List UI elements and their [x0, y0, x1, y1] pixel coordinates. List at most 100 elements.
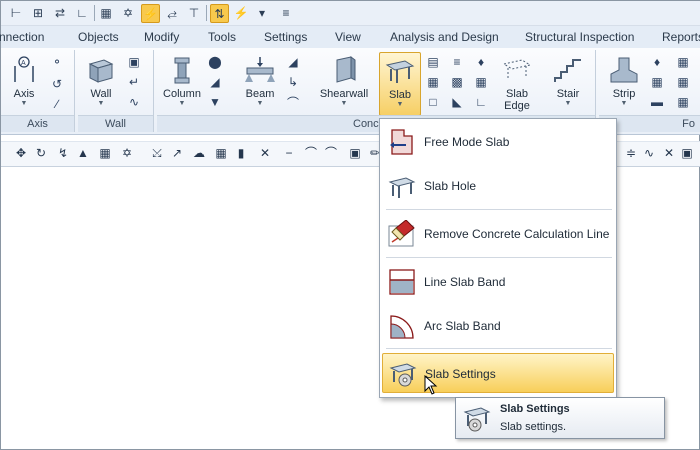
chart-snap-icon[interactable]: ▦: [213, 145, 229, 161]
snap-point-icon[interactable]: ↯: [55, 145, 71, 161]
snap-active-icon[interactable]: ⚡: [141, 4, 160, 23]
shearwall-button-label: Shearwall: [319, 88, 369, 100]
column-button[interactable]: Column ▼: [159, 52, 205, 114]
chevron-down-icon[interactable]: ▾: [253, 4, 271, 22]
grid-snap-icon[interactable]: ✡: [119, 145, 135, 161]
slanted-axis-icon[interactable]: ∕: [49, 96, 65, 112]
column-snap-icon[interactable]: ▦: [97, 145, 113, 161]
axis-button[interactable]: A Axis ▼: [1, 52, 47, 114]
menu-separator: [386, 257, 612, 258]
lock-icon[interactable]: ▣: [679, 145, 695, 161]
tab-modify[interactable]: Modify: [144, 30, 179, 44]
tab-tools[interactable]: Tools: [208, 30, 236, 44]
chevron-down-icon: ▼: [340, 100, 348, 107]
customize-qat-icon[interactable]: ≡: [277, 4, 295, 22]
stair-button-label: Stair: [556, 88, 580, 100]
ribbed-slab-icon[interactable]: ≡: [449, 54, 465, 70]
trim-icon[interactable]: ⥄: [163, 4, 181, 22]
slab-button[interactable]: Slab ▼: [379, 52, 421, 116]
chevron-down-icon: ▼: [20, 100, 28, 107]
circle-axis-icon[interactable]: ⚬: [49, 54, 65, 70]
tab-settings[interactable]: Settings: [264, 30, 307, 44]
grid-icon[interactable]: ⊞: [29, 4, 47, 22]
ortho-icon[interactable]: ⇅: [210, 4, 229, 23]
menu-item-remove-concrete-calculation-line[interactable]: Remove Concrete Calculation Line: [382, 214, 612, 254]
shearwall-button[interactable]: Shearwall ▼: [317, 52, 371, 114]
menu-item-label: Slab Hole: [424, 179, 477, 193]
stair-button[interactable]: Stair ▼: [545, 52, 591, 114]
slab-panel-icon[interactable]: ▦: [425, 74, 441, 90]
menu-item-line-slab-band[interactable]: Line Slab Band: [382, 262, 612, 302]
cross-snap-icon[interactable]: ✕: [257, 145, 273, 161]
menu-item-label: Arc Slab Band: [424, 319, 501, 333]
beam-polyline-icon[interactable]: ↳: [285, 74, 301, 90]
line-snap-icon[interactable]: ⤩: [149, 145, 165, 161]
menu-item-arc-slab-band[interactable]: Arc Slab Band: [382, 306, 612, 346]
chevron-down-icon: ▼: [396, 101, 404, 108]
strip-button-label: Strip: [612, 88, 636, 100]
mirror-icon[interactable]: ▲: [75, 145, 91, 161]
wall-button[interactable]: Wall ▼: [78, 52, 124, 114]
pile-group-icon[interactable]: ▦: [649, 74, 665, 90]
delete-icon[interactable]: ✕: [661, 145, 677, 161]
tooltip: Slab Settings Slab settings.: [455, 397, 665, 439]
foundation-extra-2-icon[interactable]: ▦: [675, 74, 691, 90]
curtain-wall-icon[interactable]: ▣: [126, 54, 142, 70]
l-column-icon[interactable]: ◢: [207, 74, 223, 90]
strip-button[interactable]: Strip ▼: [601, 52, 647, 114]
tab-objects[interactable]: Objects: [78, 30, 119, 44]
lightning-icon[interactable]: ⚡: [232, 4, 250, 22]
wall-button-label: Wall: [90, 88, 112, 100]
foundation-extra-3-icon[interactable]: ▦: [675, 94, 691, 110]
tab-reports[interactable]: Reports: [662, 30, 700, 44]
refresh-icon[interactable]: ↻: [33, 145, 49, 161]
window-snap-icon[interactable]: ▣: [347, 145, 363, 161]
beam-sketch-icon[interactable]: ◢: [285, 54, 301, 70]
tab-analysis-and-design[interactable]: Analysis and Design: [390, 30, 499, 44]
line-snap-2-icon[interactable]: ↗: [169, 145, 185, 161]
axis-tool-icon[interactable]: ⊢: [7, 4, 25, 22]
curved-beam-icon[interactable]: ⌒: [285, 94, 301, 110]
polyline-wall-icon[interactable]: ↵: [126, 74, 142, 90]
column-button-label: Column: [163, 88, 201, 100]
snap-icon[interactable]: ✡: [119, 4, 137, 22]
slab-settings-icon: [463, 407, 491, 432]
arc-snap-icon[interactable]: ⌒: [303, 145, 319, 161]
column-grid-icon[interactable]: ▦: [97, 4, 115, 22]
arc-axis-icon[interactable]: ↺: [49, 76, 65, 92]
menu-item-slab-hole[interactable]: Slab Hole: [382, 166, 612, 206]
dimension-icon[interactable]: ⇄: [51, 4, 69, 22]
pan-icon[interactable]: ✥: [13, 145, 29, 161]
slab-region-icon[interactable]: □: [425, 94, 441, 110]
angle-icon[interactable]: ∟: [73, 4, 91, 22]
nearest-icon[interactable]: ≑: [623, 145, 639, 161]
slab-frame-icon[interactable]: ▦: [473, 74, 489, 90]
midpoint-icon[interactable]: −: [281, 145, 297, 161]
capital-column-icon[interactable]: ▼: [207, 94, 223, 110]
chevron-down-icon: ▼: [256, 100, 264, 107]
tab-view[interactable]: View: [335, 30, 361, 44]
menu-item-free-mode-slab[interactable]: Free Mode Slab: [382, 122, 612, 162]
round-column-icon[interactable]: ⬤: [207, 54, 223, 70]
menu-item-slab-settings[interactable]: Slab Settings: [382, 353, 614, 393]
slab-cap-icon[interactable]: ♦: [473, 54, 489, 70]
slab-corner-icon[interactable]: ◣: [449, 94, 465, 110]
curved-wall-icon[interactable]: ∿: [126, 94, 142, 110]
beam-button[interactable]: Beam ▼: [237, 52, 283, 114]
cloud-icon[interactable]: ☁: [191, 145, 207, 161]
slab-edge-button[interactable]: Slab Edge: [495, 52, 539, 114]
tab-connection[interactable]: nnection: [0, 30, 44, 44]
separator: [94, 5, 95, 21]
line-slab-band-icon: [389, 269, 415, 295]
wave-icon[interactable]: ∿: [641, 145, 657, 161]
foundation-extra-icon[interactable]: ▦: [675, 54, 691, 70]
bar-snap-icon[interactable]: ▮: [233, 145, 249, 161]
tab-structural-inspection[interactable]: Structural Inspection: [525, 30, 634, 44]
arc-snap-2-icon[interactable]: ⌒: [323, 145, 339, 161]
pile-cap-icon[interactable]: ▬: [649, 94, 665, 110]
extend-icon[interactable]: ⊤: [185, 4, 203, 22]
slab-l-icon[interactable]: ∟: [473, 94, 489, 110]
pile-icon[interactable]: ♦: [649, 54, 665, 70]
slab-grid-icon[interactable]: ▤: [425, 54, 441, 70]
waffle-slab-icon[interactable]: ▩: [449, 74, 465, 90]
